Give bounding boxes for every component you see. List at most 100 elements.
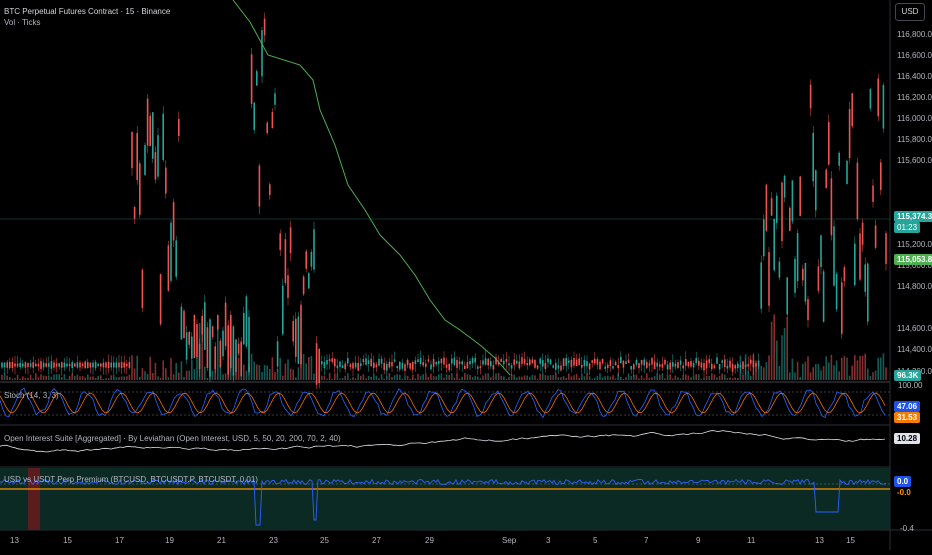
currency-button[interactable]: USD xyxy=(895,3,925,21)
volume-bar xyxy=(302,354,305,380)
volume-bar xyxy=(796,361,799,380)
volume-bar xyxy=(131,355,133,380)
candle-body xyxy=(1,362,3,368)
candle-body xyxy=(503,360,505,365)
volume-bar xyxy=(651,377,653,380)
candle-body xyxy=(536,365,539,369)
volume-bar xyxy=(843,355,846,380)
candle-body xyxy=(500,359,502,362)
volume-bar xyxy=(27,377,29,380)
volume-bar xyxy=(430,373,432,380)
candle-body xyxy=(328,359,331,362)
volume-bar xyxy=(570,376,573,380)
premium-label[interactable]: USD vs USDT Perp Premium (BTCUSD, BTCUSD… xyxy=(4,475,258,484)
volume-bar xyxy=(354,378,357,380)
volume-bar xyxy=(352,377,354,380)
candle-body xyxy=(479,366,482,369)
symbol-title[interactable]: BTC Perpetual Futures Contract · 15 · Bi… xyxy=(4,7,170,16)
volume-bar xyxy=(48,375,50,380)
volume-bar xyxy=(94,378,97,380)
chart-canvas[interactable] xyxy=(0,0,932,550)
candle-body xyxy=(609,360,612,367)
volume-bar xyxy=(513,374,515,380)
candle-body xyxy=(721,360,723,363)
candle-body xyxy=(828,122,830,165)
candle-body xyxy=(617,365,619,369)
volume-indicator-label[interactable]: Vol · Ticks xyxy=(4,18,40,27)
candle-body xyxy=(76,362,79,368)
stoch-label[interactable]: Stoch (14, 3, 3) xyxy=(4,391,59,400)
volume-bar xyxy=(718,375,721,380)
ma-price-badge: 115,053.8 xyxy=(894,254,932,265)
volume-bar xyxy=(383,378,385,380)
volume-bar xyxy=(451,373,453,380)
candle-body xyxy=(196,324,198,357)
candle-body xyxy=(830,178,833,236)
candle-body xyxy=(622,360,625,368)
volume-bar xyxy=(555,373,557,380)
volume-bar xyxy=(815,363,817,380)
candle-body xyxy=(799,176,801,216)
volume-bar xyxy=(97,375,99,380)
candle-body xyxy=(711,363,713,370)
volume-bar xyxy=(146,374,149,380)
candle-body xyxy=(578,358,580,365)
candle-body xyxy=(253,102,255,130)
volume-bar xyxy=(542,373,544,380)
candle-body xyxy=(74,363,76,367)
volume-bar xyxy=(596,375,599,380)
volume-bar xyxy=(646,373,648,380)
candle-body xyxy=(586,360,588,367)
candle-body xyxy=(14,363,16,367)
volume-bar xyxy=(456,373,458,380)
candle-body xyxy=(360,363,362,366)
candle-body xyxy=(549,359,552,365)
volume-bar xyxy=(279,358,281,380)
candle-body xyxy=(695,357,697,364)
candle-body xyxy=(92,362,94,368)
chart-area[interactable]: BTC Perpetual Futures Contract · 15 · Bi… xyxy=(0,0,932,550)
candle-body xyxy=(620,356,622,364)
volume-bar xyxy=(71,373,73,380)
candle-body xyxy=(700,362,703,368)
volume-bar xyxy=(739,355,742,380)
candle-body xyxy=(157,135,159,177)
volume-bar xyxy=(256,364,258,380)
candle-body xyxy=(362,359,365,363)
candle-body xyxy=(508,363,510,366)
volume-bar xyxy=(573,375,575,380)
volume-bar xyxy=(755,360,757,380)
candle-body xyxy=(794,258,796,293)
volume-bar xyxy=(809,372,812,380)
volume-bar xyxy=(601,377,604,380)
candle-body xyxy=(729,360,731,368)
candle-body xyxy=(370,358,372,367)
candle-body xyxy=(305,251,307,269)
time-axis-tick: 5 xyxy=(593,536,598,545)
volume-bar xyxy=(737,377,739,380)
candle-body xyxy=(625,361,627,365)
volume-bar xyxy=(731,378,734,380)
volume-bar xyxy=(729,377,731,380)
volume-bar xyxy=(248,364,250,380)
volume-bar xyxy=(516,377,518,380)
volume-bar xyxy=(474,375,476,380)
candle-body xyxy=(638,363,640,369)
volume-bar xyxy=(227,362,229,380)
volume-bar xyxy=(807,356,809,380)
candle-body xyxy=(102,362,105,368)
volume-bar xyxy=(40,374,42,380)
volume-bar xyxy=(188,370,190,380)
candle-body xyxy=(557,365,560,369)
volume-bar xyxy=(289,368,292,380)
volume-bar xyxy=(427,377,430,380)
candle-body xyxy=(791,180,794,222)
volume-bar xyxy=(144,371,146,380)
volume-bar xyxy=(882,353,885,380)
volume-bar xyxy=(523,375,526,380)
open-interest-label[interactable]: Open Interest Suite [Aggregated] · By Le… xyxy=(4,434,341,443)
candle-body xyxy=(653,361,656,370)
volume-bar xyxy=(479,377,482,380)
volume-bar xyxy=(24,377,27,380)
candle-body xyxy=(612,366,614,369)
